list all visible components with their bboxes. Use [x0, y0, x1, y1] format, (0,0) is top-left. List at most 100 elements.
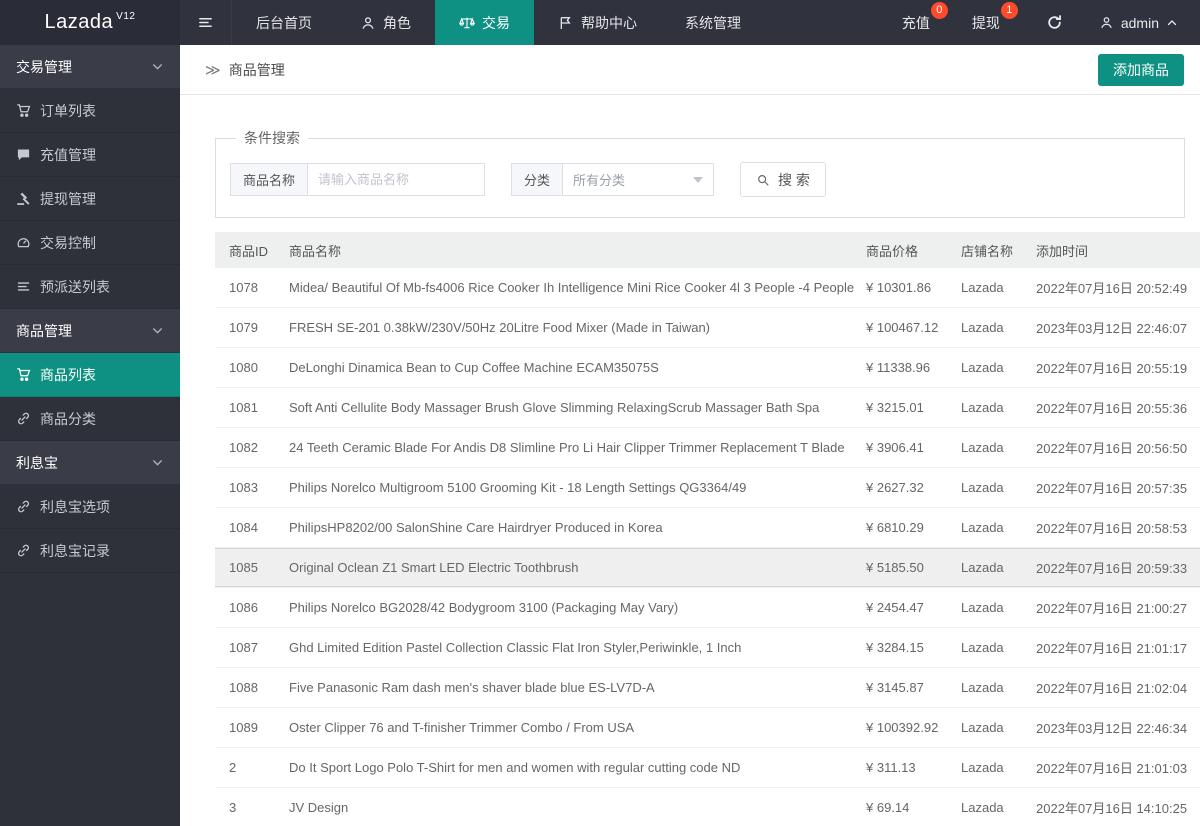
brand-logo: Lazada V12	[0, 0, 180, 45]
chevron-down-icon	[151, 324, 164, 337]
cell-price: ¥ 69.14	[866, 800, 910, 815]
table-row[interactable]: 1086 Philips Norelco BG2028/42 Bodygroom …	[215, 588, 1200, 628]
cell-shop-name: Lazada	[961, 320, 1004, 335]
main-content: ≫ 商品管理 添加商品 条件搜索 商品名称 分类 所有分类	[180, 0, 1200, 826]
nav-item-label: 角色	[383, 14, 411, 31]
sidebar-group-trade-management[interactable]: 交易管理	[0, 45, 180, 89]
sidebar-group-product-management[interactable]: 商品管理	[0, 309, 180, 353]
sidebar-item-label: 利息宝选项	[40, 498, 110, 515]
gavel-icon	[16, 191, 31, 206]
cell-product-id: 3	[229, 800, 237, 815]
cell-added-time: 2022年07月16日 20:52:49	[1036, 281, 1188, 296]
product-name-group: 商品名称	[230, 163, 486, 196]
refresh-button[interactable]	[1028, 0, 1081, 45]
table-row[interactable]: 2 Do It Sport Logo Polo T-Shirt for men a…	[215, 748, 1200, 788]
cell-added-time: 2022年07月16日 21:01:17	[1036, 641, 1188, 656]
cell-product-name: Oster Clipper 76 and T-finisher Trimmer …	[289, 720, 635, 735]
table-row[interactable]: 3 JV Design ¥ 69.14 Lazada 2022年07月16日 14:10…	[215, 788, 1200, 826]
cell-product-name: Do It Sport Logo Polo T-Shirt for men an…	[289, 760, 741, 775]
nav-item-help-center[interactable]: 帮助中心	[534, 0, 661, 45]
cell-product-id: 1086	[229, 600, 258, 615]
recharge-notifications[interactable]: 充值 0	[888, 0, 948, 45]
cell-added-time: 2023年03月12日 22:46:34	[1036, 721, 1188, 736]
nav-item-label: 后台首页	[256, 14, 312, 31]
cell-product-id: 1088	[229, 680, 258, 695]
cell-product-id: 1087	[229, 640, 258, 655]
table-row[interactable]: 1079 FRESH SE-201 0.38kW/230V/50Hz 20Litr…	[215, 308, 1200, 348]
sidebar-toggle-button[interactable]	[180, 0, 232, 45]
nav-item-label: 系统管理	[685, 14, 741, 31]
table-row[interactable]: 1081 Soft Anti Cellulite Body Massager Br…	[215, 388, 1200, 428]
recharge-badge: 0	[930, 2, 948, 19]
sidebar-item-label: 预派送列表	[40, 278, 110, 295]
table-row[interactable]: 1083 Philips Norelco Multigroom 5100 Groo…	[215, 468, 1200, 508]
category-label: 分类	[511, 163, 563, 196]
cell-product-name: Original Oclean Z1 Smart LED Electric To…	[289, 560, 579, 575]
sidebar-item-trade-control[interactable]: 交易控制	[0, 221, 180, 265]
sidebar-group-label: 商品管理	[16, 322, 72, 339]
product-name-input[interactable]	[307, 163, 486, 196]
category-select[interactable]: 所有分类	[562, 163, 715, 196]
cell-shop-name: Lazada	[961, 720, 1004, 735]
table-row[interactable]: 1080 DeLonghi Dinamica Bean to Cup Coffee…	[215, 348, 1200, 388]
table-row[interactable]: 1088 Five Panasonic Ram dash men's shaver…	[215, 668, 1200, 708]
cell-price: ¥ 3215.01	[866, 400, 924, 415]
cell-added-time: 2022年07月16日 20:55:19	[1036, 361, 1188, 376]
cell-product-name: Ghd Limited Edition Pastel Collection Cl…	[289, 640, 742, 655]
sidebar-item-order-list[interactable]: 订单列表	[0, 89, 180, 133]
withdraw-label: 提现	[971, 14, 1000, 31]
withdraw-notifications[interactable]: 提现 1	[958, 0, 1018, 45]
cell-shop-name: Lazada	[961, 800, 1004, 815]
main-menu: 后台首页 角色 交易 帮助中心 系统管理	[232, 0, 765, 45]
nav-item-roles[interactable]: 角色	[336, 0, 435, 45]
sidebar-group-label: 交易管理	[16, 58, 72, 75]
cell-shop-name: Lazada	[961, 280, 1004, 295]
sidebar-item-product-category[interactable]: 商品分类	[0, 397, 180, 441]
cell-added-time: 2022年07月16日 20:56:50	[1036, 441, 1188, 456]
user-menu[interactable]: admin	[1081, 0, 1200, 45]
col-added-time: 添加时间	[1036, 243, 1089, 259]
cell-price: ¥ 2454.47	[866, 600, 924, 615]
products-table: 商品ID 商品名称 商品价格 店铺名称 添加时间 1078 Midea/ Beautifu…	[215, 232, 1200, 826]
sidebar-item-predelivery-list[interactable]: 预派送列表	[0, 265, 180, 309]
cell-shop-name: Lazada	[961, 680, 1004, 695]
table-row[interactable]: 1078 Midea/ Beautiful Of Mb-fs4006 Rice C…	[215, 268, 1200, 308]
cell-price: ¥ 2627.32	[866, 480, 924, 495]
cell-added-time: 2022年07月16日 21:00:27	[1036, 601, 1188, 616]
cell-product-name: Five Panasonic Ram dash men's shaver bla…	[289, 680, 655, 695]
sidebar-item-recharge-management[interactable]: 充值管理	[0, 133, 180, 177]
cell-price: ¥ 100392.92	[866, 720, 939, 735]
nav-item-trade[interactable]: 交易	[435, 0, 534, 45]
sidebar-item-interest-options[interactable]: 利息宝选项	[0, 485, 180, 529]
sidebar-item-interest-records[interactable]: 利息宝记录	[0, 529, 180, 573]
table-row[interactable]: 1089 Oster Clipper 76 and T-finisher Trim…	[215, 708, 1200, 748]
table-row[interactable]: 1087 Ghd Limited Edition Pastel Collectio…	[215, 628, 1200, 668]
cell-price: ¥ 11338.96	[866, 360, 931, 375]
col-product-id: 商品ID	[229, 243, 269, 259]
comment-icon	[16, 147, 31, 162]
sidebar-item-product-list[interactable]: 商品列表	[0, 353, 180, 397]
nav-item-system[interactable]: 系统管理	[661, 0, 765, 45]
sidebar: 交易管理 订单列表 充值管理 提现管理 交易控制 预派送列表 商品管理 商品列表 商品分类 利息宝…	[0, 45, 180, 826]
chevron-down-icon	[151, 456, 164, 469]
search-button[interactable]: 搜 索	[740, 162, 826, 197]
table-body: 1078 Midea/ Beautiful Of Mb-fs4006 Rice C…	[215, 268, 1200, 826]
cell-added-time: 2022年07月16日 20:57:35	[1036, 481, 1188, 496]
flag-icon	[558, 15, 574, 31]
search-panel: 条件搜索 商品名称 分类 所有分类 搜 索	[215, 128, 1185, 218]
sidebar-item-withdraw-management[interactable]: 提现管理	[0, 177, 180, 221]
sidebar-item-label: 充值管理	[40, 146, 96, 163]
username: admin	[1120, 14, 1159, 31]
sidebar-item-label: 利息宝记录	[40, 542, 110, 559]
table-row[interactable]: 1082 24 Teeth Ceramic Blade For Andis D8 …	[215, 428, 1200, 468]
cell-product-name: Philips Norelco BG2028/42 Bodygroom 3100…	[289, 600, 679, 615]
cell-product-name: FRESH SE-201 0.38kW/230V/50Hz 20Litre Fo…	[289, 320, 711, 335]
nav-item-home[interactable]: 后台首页	[232, 0, 336, 45]
cell-shop-name: Lazada	[961, 600, 1004, 615]
sidebar-group-interest-treasure[interactable]: 利息宝	[0, 441, 180, 485]
add-product-button[interactable]: 添加商品	[1098, 53, 1184, 86]
col-shop-name: 店铺名称	[961, 243, 1014, 259]
table-row[interactable]: 1085 Original Oclean Z1 Smart LED Electri…	[215, 548, 1200, 588]
cell-price: ¥ 311.13	[866, 760, 916, 775]
table-row[interactable]: 1084 PhilipsHP8202/00 SalonShine Care Hai…	[215, 508, 1200, 548]
